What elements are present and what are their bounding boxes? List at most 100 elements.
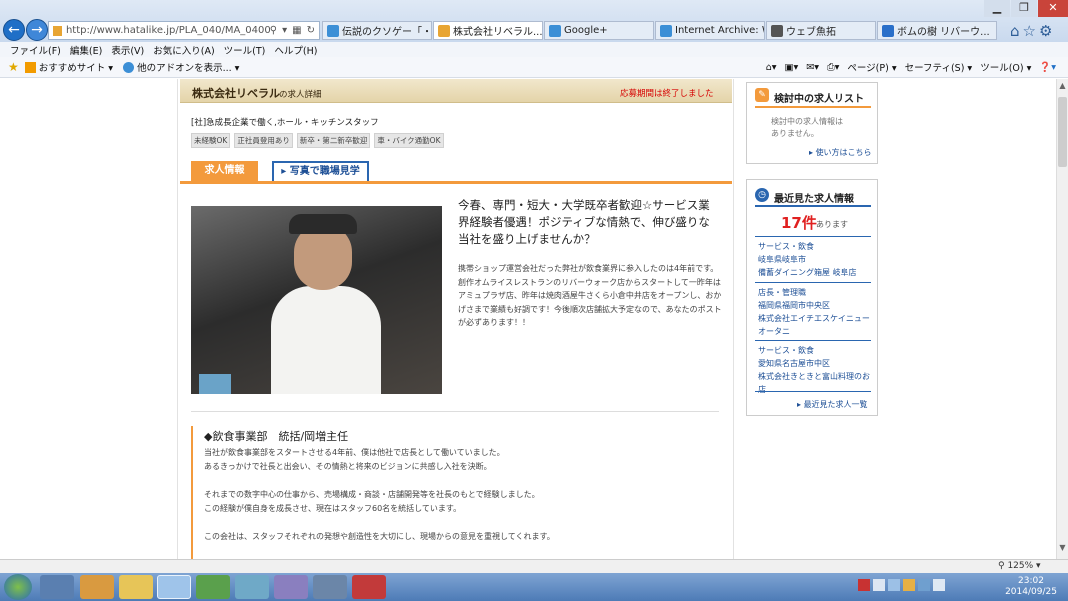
tab-0[interactable]: 伝説のクソゲー「・...	[322, 21, 432, 40]
start-button-icon[interactable]	[4, 574, 32, 600]
app-icon[interactable]	[80, 575, 114, 599]
zoom-control[interactable]: ⚲ 125% ▾	[998, 561, 1041, 571]
tab-4[interactable]: ウェブ魚拓	[766, 21, 876, 40]
recent-item-category[interactable]: サービス・飲食	[758, 344, 870, 357]
section-heading: ◆飲食事業部 統括/岡増主任	[204, 430, 349, 443]
app-icon[interactable]	[235, 575, 269, 599]
tab-3[interactable]: Internet Archive: W...	[655, 21, 765, 40]
explorer-icon[interactable]	[119, 575, 153, 599]
recent-item-name[interactable]: 株式会社きときと富山料理のお店	[758, 370, 870, 396]
tray-icon[interactable]	[933, 579, 945, 591]
vertical-scrollbar[interactable]: ▲ ▼	[1056, 79, 1068, 559]
recent-item-category[interactable]: 店長・管理職	[758, 286, 870, 299]
paragraph: それまでの数字中心の仕事から、売場構成・商談・店舗開発等を社長のもとで経験しまし…	[204, 490, 540, 499]
tray-icons[interactable]	[858, 579, 988, 595]
recent-item-area[interactable]: 福岡県福岡市中央区	[758, 299, 870, 312]
scroll-down-icon[interactable]: ▼	[1057, 543, 1068, 552]
menu-tools[interactable]: ツール(T)	[224, 43, 266, 57]
close-window-button[interactable]: ✕	[1038, 0, 1068, 17]
clock-icon: ◷	[755, 188, 769, 202]
search-icon[interactable]: ⚲	[270, 25, 277, 36]
menu-favorites[interactable]: お気に入り(A)	[153, 43, 214, 57]
minimize-button[interactable]: ▁	[984, 0, 1010, 17]
tray-icon[interactable]	[858, 579, 870, 591]
home-star-gear-icons[interactable]: ⌂☆⚙	[1010, 22, 1055, 40]
mail-icon[interactable]: ✉▾	[806, 62, 819, 73]
tools-menu[interactable]: ツール(O) ▾	[980, 60, 1031, 74]
tray-icon[interactable]	[888, 579, 900, 591]
paint-icon[interactable]	[274, 575, 308, 599]
usage-link[interactable]: ▸ 使い方はこちら	[809, 147, 872, 158]
ie-taskbar-icon[interactable]	[157, 575, 191, 599]
recent-item-area[interactable]: 愛知県名古屋市中区	[758, 357, 870, 370]
forward-button[interactable]: →	[26, 19, 48, 41]
addons-link[interactable]: 他のアドオンを表示... ▾	[137, 60, 239, 74]
recent-item[interactable]: サービス・飲食 岐阜県岐阜市 備蓄ダイニング箱屋 岐阜店	[758, 240, 870, 279]
clock-time: 23:02	[1018, 576, 1044, 586]
tab-1[interactable]: 株式会社リベラル...✕	[433, 21, 543, 40]
suggested-sites[interactable]: おすすめサイト ▾	[39, 60, 113, 74]
tray-icon[interactable]	[918, 579, 930, 591]
refresh-icon[interactable]: ↻	[307, 25, 315, 36]
intro-text: 携帯ショップ運営会社だった弊社が飲食業界に参入したのは4年前です。創作オムライス…	[458, 264, 722, 327]
tab-2[interactable]: Google+	[544, 21, 654, 40]
compat-icon[interactable]: ▦	[292, 25, 301, 36]
photo-sign	[199, 374, 231, 394]
photo-chef-coat	[271, 286, 381, 394]
divider	[755, 236, 871, 237]
home-icon[interactable]: ⌂▾	[766, 62, 777, 73]
scroll-up-icon[interactable]: ▲	[1057, 81, 1068, 90]
company-suffix: の求人詳細	[279, 90, 322, 100]
consider-list-box: ✎ 検討中の求人リスト 検討中の求人情報はありません。 ▸ 使い方はこちら	[746, 82, 878, 164]
tab-label: Google+	[564, 25, 608, 36]
consider-title: 検討中の求人リスト	[774, 94, 864, 105]
recent-item-name[interactable]: 株式会社エイチエスケイニューオータニ	[758, 312, 870, 338]
maximize-button[interactable]: ❐	[1011, 0, 1037, 17]
dropdown-icon[interactable]: ▾	[282, 25, 287, 36]
favorites-star-icon[interactable]: ★	[8, 60, 19, 74]
recent-count-suffix: あります	[816, 220, 848, 229]
print-icon[interactable]: ⎙▾	[827, 62, 839, 73]
tab-job-info[interactable]: 求人情報	[191, 161, 258, 181]
address-bar[interactable]: http://www.hatalike.jp/PLA_040/MA_04002/…	[48, 21, 320, 40]
safety-menu[interactable]: セーフティ(S) ▾	[905, 60, 973, 74]
ie-icon	[327, 24, 339, 37]
help-icon[interactable]: ❓▾	[1039, 62, 1056, 73]
back-button[interactable]: ←	[3, 19, 25, 41]
menu-help[interactable]: ヘルプ(H)	[274, 43, 317, 57]
tab-photo-tour[interactable]: ▸ 写真で職場見学	[272, 161, 369, 181]
main-column: 株式会社リベラル の求人詳細 応募期間は終了しました [社]急成長企業で働く,ホ…	[177, 79, 734, 559]
recent-list-link[interactable]: ▸ 最近見た求人一覧	[797, 399, 868, 410]
recent-item-category[interactable]: サービス・飲食	[758, 240, 870, 253]
consider-empty: 検討中の求人情報はありません。	[771, 117, 843, 138]
tab-5[interactable]: ボムの樹 リバーウ...	[877, 21, 997, 40]
clock[interactable]: 23:02 2014/09/25	[1000, 576, 1062, 598]
menu-file[interactable]: ファイル(F)	[10, 43, 61, 57]
tab-label: 株式会社リベラル...	[453, 27, 543, 38]
menu-view[interactable]: 表示(V)	[111, 43, 144, 57]
menu-edit[interactable]: 編集(E)	[70, 43, 102, 57]
app-icon[interactable]	[352, 575, 386, 599]
paragraph: この会社は、スタッフそれぞれの発想や創造性を大切にし、現場からの意見を重視してく…	[204, 532, 555, 541]
recent-item-name[interactable]: 備蓄ダイニング箱屋 岐阜店	[758, 266, 870, 279]
recent-item[interactable]: サービス・飲食 愛知県名古屋市中区 株式会社きときと富山料理のお店	[758, 344, 870, 396]
scroll-thumb[interactable]	[1058, 97, 1067, 167]
page-menu[interactable]: ページ(P) ▾	[847, 60, 896, 74]
tray-icon[interactable]	[903, 579, 915, 591]
tab-label: Internet Archive: W...	[675, 25, 764, 36]
tag: 車・バイク通勤OK	[374, 133, 444, 148]
headline: 今春、専門・短大・大学既卒者歓迎☆サービス業界経験者優遇！ポジティブな情熱で、伸…	[458, 198, 710, 246]
hp-icon[interactable]	[40, 575, 74, 599]
pencil-icon: ✎	[755, 88, 769, 102]
feed-icon[interactable]: ▣▾	[785, 62, 799, 73]
chrome-icon[interactable]	[196, 575, 230, 599]
bookmark-icon	[882, 24, 894, 37]
ie-icon	[123, 61, 135, 73]
recent-item-area[interactable]: 岐阜県岐阜市	[758, 253, 870, 266]
section-body: 当社が飲食事業部をスタートさせる4年前、僕は他社で店長として働いていました。 あ…	[204, 446, 714, 544]
recent-item[interactable]: 店長・管理職 福岡県福岡市中央区 株式会社エイチエスケイニューオータニ	[758, 286, 870, 338]
suggested-icon	[24, 61, 36, 73]
window-icon[interactable]	[313, 575, 347, 599]
ime-icon[interactable]	[873, 579, 885, 591]
